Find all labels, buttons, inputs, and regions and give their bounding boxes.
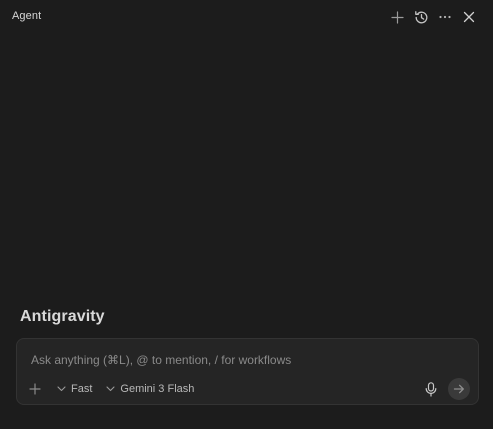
mode-label: Fast <box>71 383 93 395</box>
more-icon <box>439 15 451 19</box>
prompt-input[interactable] <box>31 351 461 369</box>
chat-composer: Fast Gemini 3 Flash <box>16 338 479 405</box>
chevron-down-icon <box>106 386 115 392</box>
chevron-down-icon <box>57 386 66 392</box>
panel-header: Agent <box>0 0 493 34</box>
plus-icon <box>390 10 404 24</box>
composer-toolbar: Fast Gemini 3 Flash <box>27 379 208 399</box>
history-icon <box>414 10 427 23</box>
brand-heading: Antigravity <box>20 308 105 325</box>
model-label: Gemini 3 Flash <box>120 383 195 395</box>
arrow-right-icon <box>453 384 464 394</box>
plus-icon <box>29 383 41 395</box>
composer-actions <box>422 378 470 400</box>
send-button[interactable] <box>448 378 470 400</box>
panel-title: Agent <box>12 10 42 22</box>
mode-dropdown[interactable]: Fast <box>57 383 92 395</box>
add-context-button[interactable] <box>27 381 43 397</box>
history-button[interactable] <box>413 9 429 25</box>
header-actions <box>389 9 477 25</box>
more-options-button[interactable] <box>437 9 453 25</box>
close-button[interactable] <box>461 9 477 25</box>
agent-panel: Agent Antigravity Ask anything (⌘L), @ t… <box>0 0 493 429</box>
microphone-icon <box>425 381 437 397</box>
new-chat-button[interactable] <box>389 9 405 25</box>
close-icon <box>463 11 475 23</box>
model-dropdown[interactable]: Gemini 3 Flash <box>106 383 194 395</box>
voice-input-button[interactable] <box>422 380 440 398</box>
